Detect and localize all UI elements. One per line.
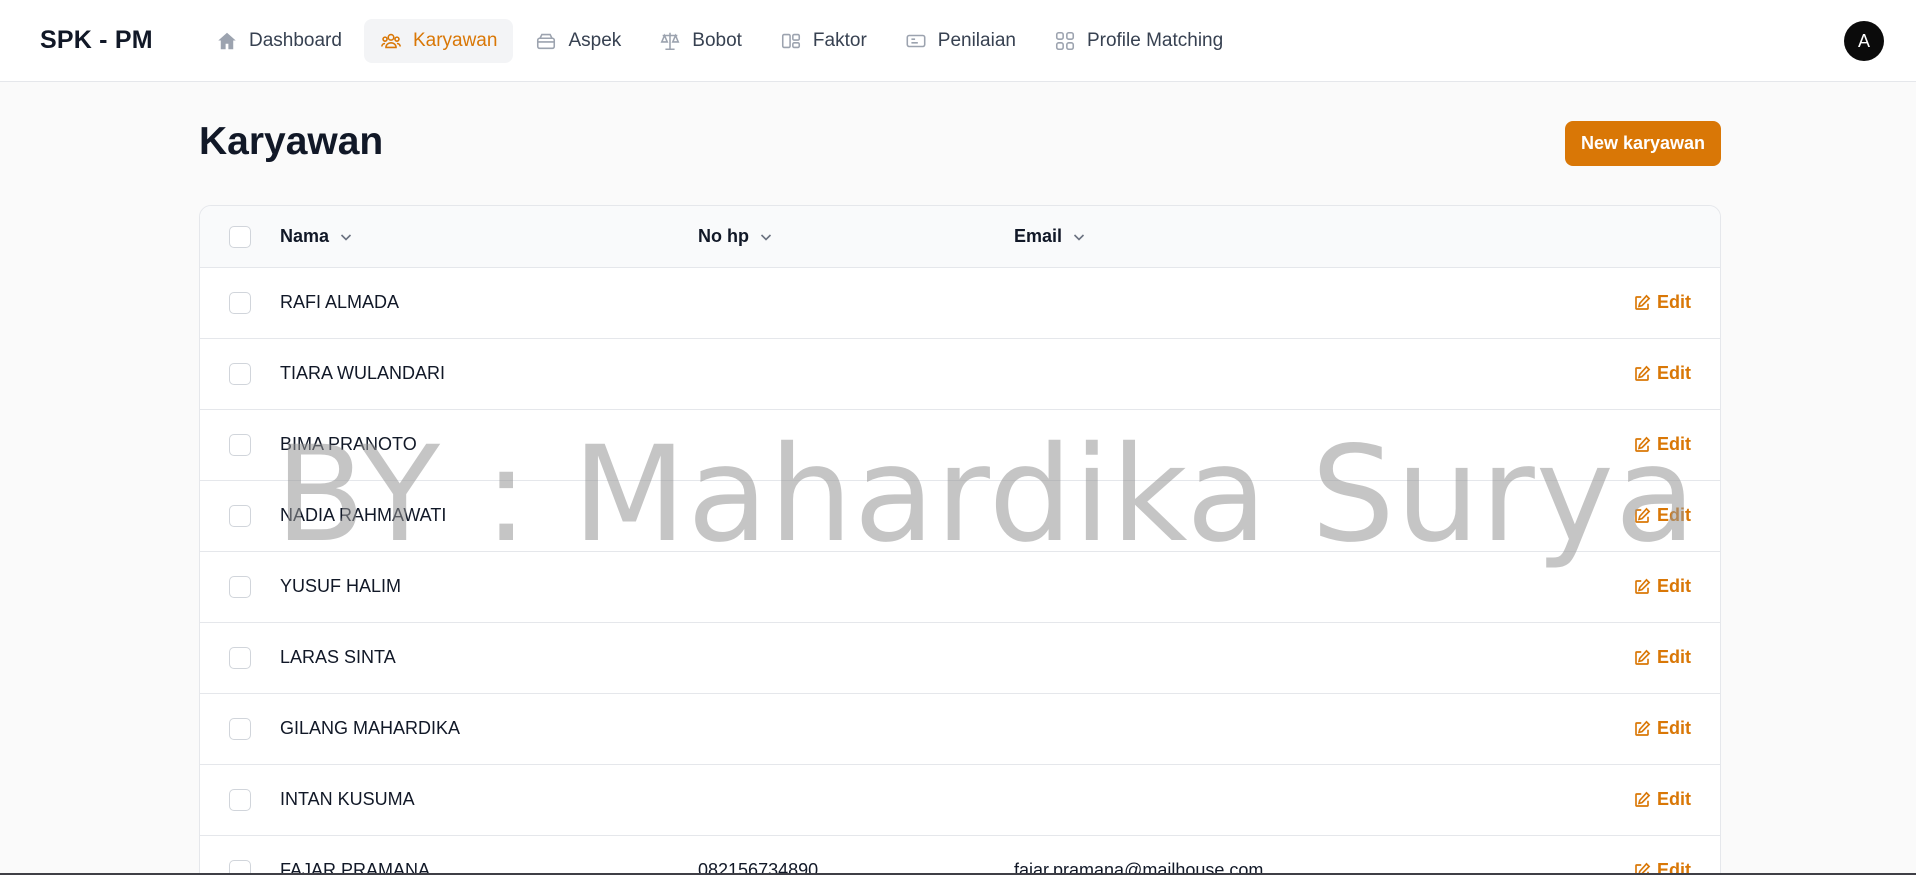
nav-item-bobot[interactable]: Bobot	[643, 19, 758, 63]
page-title: Karyawan	[199, 120, 384, 163]
edit-label: Edit	[1657, 718, 1691, 738]
new-karyawan-button[interactable]: New karyawan	[1565, 121, 1721, 166]
table-row[interactable]: TIARA WULANDARI Edit	[200, 339, 1720, 410]
nav-item-dashboard[interactable]: Dashboard	[200, 19, 358, 63]
edit-icon	[1635, 720, 1651, 736]
column-header-nama[interactable]: Nama	[280, 226, 354, 247]
row-checkbox[interactable]	[229, 576, 251, 598]
edit-label: Edit	[1657, 292, 1691, 312]
nav-item-penilaian[interactable]: Penilaian	[889, 19, 1032, 63]
edit-icon	[1635, 507, 1651, 523]
nav-item-profile-matching[interactable]: Profile Matching	[1038, 19, 1239, 63]
cell-nama: RAFI ALMADA	[280, 292, 400, 312]
nav-item-karyawan[interactable]: Karyawan	[363, 19, 514, 63]
row-checkbox[interactable]	[229, 647, 251, 669]
layers-icon	[535, 30, 557, 52]
nav-label: Faktor	[812, 30, 867, 51]
row-checkbox[interactable]	[229, 505, 251, 527]
nav-label: Karyawan	[412, 30, 498, 51]
edit-icon	[1635, 365, 1651, 381]
row-checkbox[interactable]	[229, 789, 251, 811]
table-header: Nama No hp Email	[200, 206, 1720, 268]
edit-button[interactable]: Edit	[1633, 789, 1691, 810]
edit-label: Edit	[1657, 576, 1691, 596]
edit-label: Edit	[1657, 434, 1691, 454]
cell-nama: TIARA WULANDARI	[280, 363, 446, 383]
edit-button[interactable]: Edit	[1633, 434, 1691, 455]
edit-icon	[1635, 791, 1651, 807]
table-row[interactable]: INTAN KUSUMA Edit	[200, 765, 1720, 836]
edit-icon	[1635, 649, 1651, 665]
cell-nama: YUSUF HALIM	[280, 576, 402, 596]
row-checkbox[interactable]	[229, 718, 251, 740]
edit-icon	[1635, 436, 1651, 452]
brand-logo[interactable]: SPK - PM	[40, 26, 153, 55]
home-icon	[216, 30, 238, 52]
edit-button[interactable]: Edit	[1633, 647, 1691, 668]
grid-icon	[1054, 30, 1076, 52]
cell-nama: LARAS SINTA	[280, 647, 396, 667]
row-checkbox[interactable]	[229, 363, 251, 385]
edit-label: Edit	[1657, 505, 1691, 525]
nav-label: Penilaian	[937, 30, 1016, 51]
row-checkbox[interactable]	[229, 434, 251, 456]
column-header-email[interactable]: Email	[1014, 226, 1087, 247]
top-navbar: SPK - PM Dashboard Karyawan Aspek Bobot	[0, 0, 1916, 82]
column-header-no-hp[interactable]: No hp	[698, 226, 774, 247]
column-label: Email	[1014, 226, 1063, 246]
edit-label: Edit	[1657, 647, 1691, 667]
table-row[interactable]: RAFI ALMADA Edit	[200, 268, 1720, 339]
chevron-down-icon	[1073, 233, 1085, 241]
main-nav: Dashboard Karyawan Aspek Bobot Faktor Pe…	[200, 19, 1245, 63]
cell-nama: INTAN KUSUMA	[280, 789, 415, 809]
edit-button[interactable]: Edit	[1633, 576, 1691, 597]
table-row[interactable]: FAJAR PRAMANA 082156734890 fajar.pramana@m…	[200, 836, 1720, 875]
nav-item-aspek[interactable]: Aspek	[519, 19, 637, 63]
blocks-icon	[780, 30, 802, 52]
edit-icon	[1635, 578, 1651, 594]
karyawan-table: Nama No hp Email RAFI ALMADA Edit TIARA WU…	[199, 205, 1721, 875]
column-label: Nama	[280, 226, 330, 246]
users-icon	[380, 30, 402, 52]
edit-icon	[1635, 294, 1651, 310]
nav-label: Dashboard	[249, 30, 342, 51]
select-all-checkbox[interactable]	[229, 226, 251, 248]
column-label: No hp	[698, 226, 749, 246]
table-row[interactable]: NADIA RAHMAWATI Edit	[200, 481, 1720, 552]
edit-label: Edit	[1657, 789, 1691, 809]
cell-nama: NADIA RAHMAWATI	[280, 505, 447, 525]
nav-label: Aspek	[568, 30, 622, 51]
table-row[interactable]: BIMA PRANOTO Edit	[200, 410, 1720, 481]
cell-nama: GILANG MAHARDIKA	[280, 718, 461, 738]
nav-item-faktor[interactable]: Faktor	[764, 19, 883, 63]
chevron-down-icon	[340, 233, 352, 241]
avatar[interactable]: A	[1844, 21, 1884, 61]
edit-button[interactable]: Edit	[1633, 505, 1691, 526]
ticket-icon	[905, 30, 927, 52]
table-row[interactable]: LARAS SINTA Edit	[200, 623, 1720, 694]
chevron-down-icon	[760, 233, 772, 241]
edit-button[interactable]: Edit	[1633, 292, 1691, 313]
table-row[interactable]: GILANG MAHARDIKA Edit	[200, 694, 1720, 765]
row-checkbox[interactable]	[229, 292, 251, 314]
nav-label: Bobot	[692, 30, 742, 51]
edit-button[interactable]: Edit	[1633, 718, 1691, 739]
edit-label: Edit	[1657, 363, 1691, 383]
scale-icon	[659, 30, 681, 52]
edit-button[interactable]: Edit	[1633, 363, 1691, 384]
nav-label: Profile Matching	[1086, 30, 1224, 51]
table-row[interactable]: YUSUF HALIM Edit	[200, 552, 1720, 623]
cell-nama: BIMA PRANOTO	[280, 434, 417, 454]
